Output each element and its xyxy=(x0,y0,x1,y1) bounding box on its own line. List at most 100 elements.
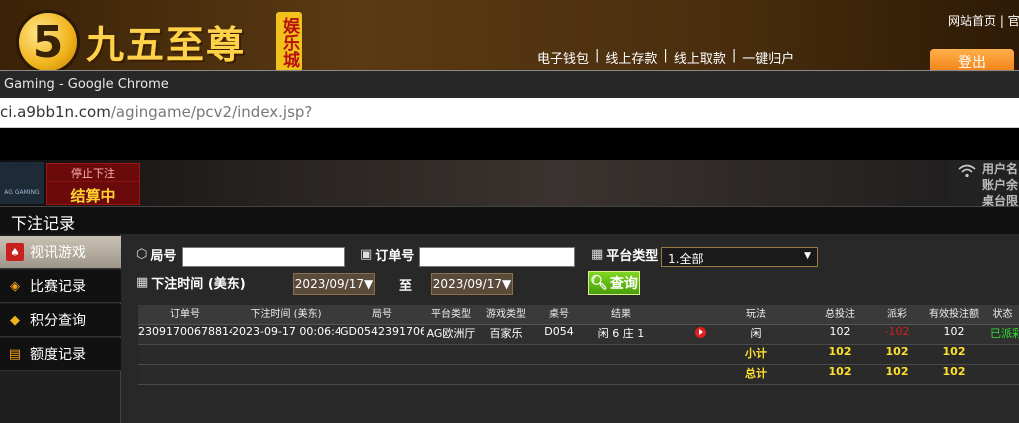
records-sidebar: ♠ 视讯游戏 ◈ 比赛记录 ◆ 积分查询 ▤ 额度记录 xyxy=(0,234,121,423)
cell-table-no: D054 xyxy=(544,325,574,338)
sidebar-item-points-query[interactable]: ◆ 积分查询 xyxy=(0,304,121,337)
site-logo-text: 九五至尊 xyxy=(86,22,247,67)
table-row[interactable]: 230917006788143 2023-09-17 00:06:42 GD05… xyxy=(138,325,1019,345)
stop-bet-label: 停止下注 xyxy=(47,164,139,182)
panel-title: 下注记录 xyxy=(0,206,1019,234)
bet-time-label-text: 下注时间 (美东) xyxy=(151,277,246,292)
sidebar-item-label: 积分查询 xyxy=(30,313,86,329)
sidebar-item-live-games[interactable]: ♠ 视讯游戏 xyxy=(0,236,121,269)
col-bet-type: 玩法 xyxy=(746,309,766,320)
round-label-text: 局号 xyxy=(150,249,177,264)
username-label: 用户名 xyxy=(982,162,1019,176)
total-row: 总计 102 102 102 xyxy=(138,365,1019,385)
bet-time-label: ▦ 下注时间 (美东) xyxy=(136,273,246,292)
caret-down-icon: ▼ xyxy=(501,277,512,291)
nav-withdraw[interactable]: 线上取款 xyxy=(674,48,726,67)
col-bet-time: 下注时间 (美东) xyxy=(250,309,322,320)
cell-status: 已派彩 xyxy=(990,327,1019,340)
sidebar-item-label: 视讯游戏 xyxy=(30,245,86,261)
cell-video xyxy=(658,325,742,345)
date-to-select[interactable]: 2023/09/17 ▼ xyxy=(431,273,513,295)
site-header: 5 九五至尊 娱乐城 电子钱包 | 线上存款 | 线上取款 | 一键归户 网站首… xyxy=(0,0,1019,72)
col-valid-bet: 有效投注额 xyxy=(929,309,979,320)
subtotal-total-bet: 102 xyxy=(828,345,852,358)
platform-filter-label: ▦ 平台类型 xyxy=(591,245,658,264)
col-payout: 派彩 xyxy=(887,309,907,320)
bet-records-panel: 下注记录 ♠ 视讯游戏 ◈ 比赛记录 ◆ 积分查询 ▤ 额度记录 ⬡ 局号 ▣ 订单… xyxy=(0,206,1019,423)
date-from-value: 2023/09/17 xyxy=(294,277,364,291)
cell-payout: -102 xyxy=(884,325,910,338)
date-from-select[interactable]: 2023/09/17 ▼ xyxy=(293,273,375,295)
nav-separator: | xyxy=(731,48,737,63)
total-payout: 102 xyxy=(885,365,909,378)
platform-label-text: 平台类型 xyxy=(606,249,659,264)
total-total-bet: 102 xyxy=(828,365,852,378)
subtotal-row: 小计 102 102 102 xyxy=(138,345,1019,365)
round-number-input[interactable] xyxy=(182,247,345,267)
total-valid-bet: 102 xyxy=(942,365,966,378)
cell-platform: AG欧洲厅 xyxy=(426,327,476,340)
platform-selected-value: 1.全部 xyxy=(668,252,704,266)
diamond-icon: ◆ xyxy=(10,312,20,328)
col-round-no: 局号 xyxy=(372,309,392,320)
sidebar-item-match-records[interactable]: ◈ 比赛记录 xyxy=(0,270,121,303)
home-link[interactable]: 网站首页 | 官 xyxy=(948,12,1019,29)
order-number-input[interactable] xyxy=(419,247,575,267)
nav-ewallet[interactable]: 电子钱包 xyxy=(537,48,589,67)
sidebar-item-credit-records[interactable]: ▤ 额度记录 xyxy=(0,338,121,371)
tag-icon: ⬡ xyxy=(136,247,148,262)
date-to-value: 2023/09/17 xyxy=(432,277,502,291)
subtotal-valid-bet: 102 xyxy=(942,345,966,358)
col-platform: 平台类型 xyxy=(431,309,471,320)
records-content: ⬡ 局号 ▣ 订单号 ▦ 平台类型 1.全部 ▼ ▦ 下注时间 (美东) 2023/09… xyxy=(122,234,1019,423)
video-play-icon[interactable] xyxy=(694,326,706,338)
calendar-icon: ▦ xyxy=(136,275,149,290)
cell-game-type: 百家乐 xyxy=(489,327,523,340)
cell-bet-time: 2023-09-17 00:06:42 xyxy=(232,325,340,338)
site-logo-badge: 娱乐城 xyxy=(276,12,302,72)
balance-label: 账户余 xyxy=(982,178,1019,192)
ag-gaming-logo: AG GAMING xyxy=(0,162,44,204)
col-total-bet: 总投注 xyxy=(825,309,855,320)
query-button[interactable]: 🔍︎ 查询 xyxy=(588,271,640,295)
top-nav: 电子钱包 | 线上存款 | 线上取款 | 一键归户 xyxy=(537,48,794,67)
logo-icon[interactable]: 5 xyxy=(16,10,80,72)
caret-down-icon: ▼ xyxy=(363,277,374,291)
col-video xyxy=(658,305,742,325)
sidebar-item-label: 额度记录 xyxy=(30,347,86,363)
page-top-band xyxy=(0,128,1019,160)
chevron-down-icon: ▼ xyxy=(804,251,811,261)
url-bar[interactable]: ci.a9bb1n.com/agingame/pcv2/index.jsp? xyxy=(0,98,1019,128)
order-filter-label: ▣ 订单号 xyxy=(360,245,414,264)
round-filter-label: ⬡ 局号 xyxy=(136,245,176,264)
subtotal-label: 小计 xyxy=(745,347,767,360)
cell-valid-bet: 102 xyxy=(943,325,965,338)
col-status: 状态 xyxy=(992,309,1013,320)
nav-separator: | xyxy=(663,48,668,63)
table-header: 订单号 下注时间 (美东) 局号 平台类型 游戏类型 桌号 结果 玩法 总投注 … xyxy=(138,305,1019,325)
col-result: 结果 xyxy=(611,309,631,320)
betting-status: 停止下注 结算中 xyxy=(46,163,140,205)
cell-result: 闲 6 庄 1 xyxy=(597,327,645,340)
url-host: ci.a9bb1n.com xyxy=(0,103,111,121)
platform-select[interactable]: 1.全部 ▼ xyxy=(661,247,818,267)
date-range-to-label: 至 xyxy=(399,279,413,294)
cell-bet-type: 闲 xyxy=(750,327,762,340)
browser-window-title: Gaming - Google Chrome xyxy=(0,70,1019,98)
total-label: 总计 xyxy=(745,367,767,380)
tag-icon: ◈ xyxy=(10,278,20,294)
clipboard-icon: ▣ xyxy=(360,247,373,262)
cell-order-no: 230917006788143 xyxy=(138,325,232,338)
logout-button[interactable]: 登出 xyxy=(930,49,1014,72)
cards-icon: ♠ xyxy=(6,243,24,261)
col-game-type: 游戏类型 xyxy=(486,309,526,320)
settling-label: 结算中 xyxy=(70,187,116,205)
nav-deposit[interactable]: 线上存款 xyxy=(605,48,657,67)
document-icon: ▤ xyxy=(8,346,22,362)
cell-round-no: GD0542391706F xyxy=(340,325,424,338)
game-table-background xyxy=(0,160,1019,206)
nav-one-click-return[interactable]: 一键归户 xyxy=(742,48,794,67)
search-icon: 🔍︎ xyxy=(590,275,608,291)
bet-records-table: 订单号 下注时间 (美东) 局号 平台类型 游戏类型 桌号 结果 玩法 总投注 … xyxy=(138,305,1019,385)
wifi-icon xyxy=(958,164,976,182)
